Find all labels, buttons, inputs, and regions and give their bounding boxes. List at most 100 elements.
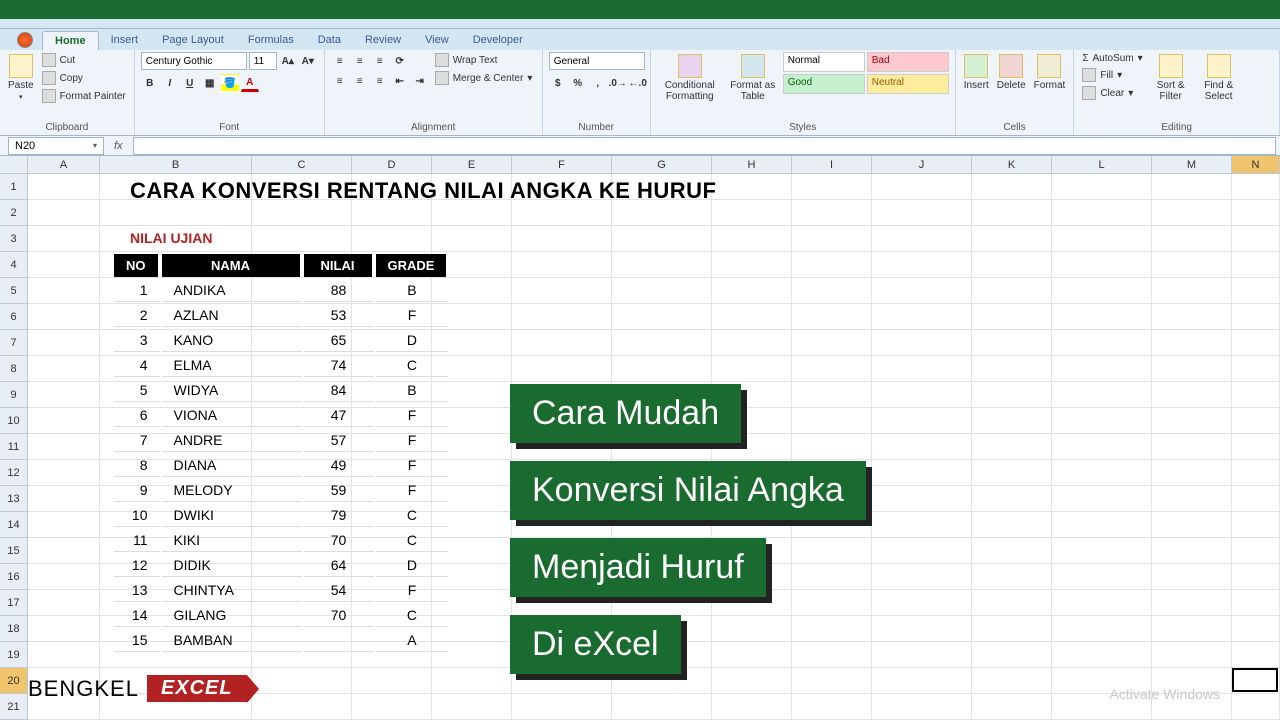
cell-K15[interactable] xyxy=(972,538,1052,564)
cell-E21[interactable] xyxy=(432,694,512,720)
cell-K1[interactable] xyxy=(972,174,1052,200)
cell-K19[interactable] xyxy=(972,642,1052,668)
cell-N15[interactable] xyxy=(1232,538,1280,564)
align-bottom-button[interactable]: ≡ xyxy=(371,52,389,70)
cell-J20[interactable] xyxy=(872,668,972,694)
cell-J13[interactable] xyxy=(872,486,972,512)
cell-L17[interactable] xyxy=(1052,590,1152,616)
clear-button[interactable]: Clear ▾ xyxy=(1080,85,1144,101)
cell-A14[interactable] xyxy=(28,512,100,538)
cell-K13[interactable] xyxy=(972,486,1052,512)
cell-A17[interactable] xyxy=(28,590,100,616)
col-header-G[interactable]: G xyxy=(612,156,712,173)
cell-N7[interactable] xyxy=(1232,330,1280,356)
cell-N5[interactable] xyxy=(1232,278,1280,304)
cell-H3[interactable] xyxy=(712,226,792,252)
cell-H21[interactable] xyxy=(712,694,792,720)
cell-J14[interactable] xyxy=(872,512,972,538)
cell-D20[interactable] xyxy=(352,668,432,694)
underline-button[interactable]: U xyxy=(181,74,199,92)
cell-F7[interactable] xyxy=(512,330,612,356)
font-name-combo[interactable] xyxy=(141,52,247,70)
cell-K3[interactable] xyxy=(972,226,1052,252)
row-header-19[interactable]: 19 xyxy=(0,642,28,668)
select-all-corner[interactable] xyxy=(0,156,28,173)
percent-button[interactable]: % xyxy=(569,74,587,92)
sort-filter-button[interactable]: Sort & Filter xyxy=(1149,52,1193,104)
cell-F8[interactable] xyxy=(512,356,612,382)
cell-L15[interactable] xyxy=(1052,538,1152,564)
col-header-A[interactable]: A xyxy=(28,156,100,173)
cell-L3[interactable] xyxy=(1052,226,1152,252)
cell-M4[interactable] xyxy=(1152,252,1232,278)
row-header-6[interactable]: 6 xyxy=(0,304,28,330)
cell-K16[interactable] xyxy=(972,564,1052,590)
cell-H5[interactable] xyxy=(712,278,792,304)
italic-button[interactable]: I xyxy=(161,74,179,92)
format-cells-button[interactable]: Format xyxy=(1032,52,1068,93)
font-size-combo[interactable] xyxy=(249,52,277,70)
col-header-D[interactable]: D xyxy=(352,156,432,173)
tab-page-layout[interactable]: Page Layout xyxy=(150,31,236,50)
align-right-button[interactable]: ≡ xyxy=(371,72,389,90)
cell-N2[interactable] xyxy=(1232,200,1280,226)
currency-button[interactable]: $ xyxy=(549,74,567,92)
cell-K7[interactable] xyxy=(972,330,1052,356)
row-header-10[interactable]: 10 xyxy=(0,408,28,434)
tab-home[interactable]: Home xyxy=(42,31,99,50)
cell-A12[interactable] xyxy=(28,460,100,486)
delete-cells-button[interactable]: Delete xyxy=(995,52,1028,93)
cell-A8[interactable] xyxy=(28,356,100,382)
cell-G6[interactable] xyxy=(612,304,712,330)
cell-N10[interactable] xyxy=(1232,408,1280,434)
cell-A16[interactable] xyxy=(28,564,100,590)
cell-L5[interactable] xyxy=(1052,278,1152,304)
bold-button[interactable]: B xyxy=(141,74,159,92)
cell-J8[interactable] xyxy=(872,356,972,382)
cell-C3[interactable] xyxy=(252,226,352,252)
cell-A18[interactable] xyxy=(28,616,100,642)
increase-font-button[interactable]: A▴ xyxy=(279,52,297,70)
cell-K18[interactable] xyxy=(972,616,1052,642)
number-format-combo[interactable] xyxy=(549,52,645,70)
align-middle-button[interactable]: ≡ xyxy=(351,52,369,70)
cell-J15[interactable] xyxy=(872,538,972,564)
cell-K11[interactable] xyxy=(972,434,1052,460)
cell-A3[interactable] xyxy=(28,226,100,252)
cut-button[interactable]: Cut xyxy=(40,52,128,68)
cell-G4[interactable] xyxy=(612,252,712,278)
cell-A11[interactable] xyxy=(28,434,100,460)
cell-M9[interactable] xyxy=(1152,382,1232,408)
cell-A2[interactable] xyxy=(28,200,100,226)
cell-L7[interactable] xyxy=(1052,330,1152,356)
cell-H6[interactable] xyxy=(712,304,792,330)
cell-J4[interactable] xyxy=(872,252,972,278)
col-header-N[interactable]: N xyxy=(1232,156,1280,173)
cell-A4[interactable] xyxy=(28,252,100,278)
cell-J19[interactable] xyxy=(872,642,972,668)
cell-K17[interactable] xyxy=(972,590,1052,616)
cell-N13[interactable] xyxy=(1232,486,1280,512)
cell-L13[interactable] xyxy=(1052,486,1152,512)
fill-color-button[interactable]: 🪣 xyxy=(221,74,239,92)
style-normal[interactable]: Normal xyxy=(783,52,865,72)
cell-E20[interactable] xyxy=(432,668,512,694)
cell-M16[interactable] xyxy=(1152,564,1232,590)
wrap-text-button[interactable]: Wrap Text xyxy=(433,52,535,68)
col-header-K[interactable]: K xyxy=(972,156,1052,173)
tab-developer[interactable]: Developer xyxy=(461,31,535,50)
row-header-13[interactable]: 13 xyxy=(0,486,28,512)
row-header-17[interactable]: 17 xyxy=(0,590,28,616)
cell-L8[interactable] xyxy=(1052,356,1152,382)
cell-D21[interactable] xyxy=(352,694,432,720)
cell-I6[interactable] xyxy=(792,304,872,330)
office-button[interactable] xyxy=(8,29,42,50)
insert-cells-button[interactable]: Insert xyxy=(962,52,991,93)
name-box[interactable]: N20▾ xyxy=(8,137,104,155)
cell-A7[interactable] xyxy=(28,330,100,356)
cell-N21[interactable] xyxy=(1232,694,1280,720)
cell-M2[interactable] xyxy=(1152,200,1232,226)
decrease-decimal-button[interactable]: ←.0 xyxy=(629,74,647,92)
col-header-H[interactable]: H xyxy=(712,156,792,173)
cell-L12[interactable] xyxy=(1052,460,1152,486)
